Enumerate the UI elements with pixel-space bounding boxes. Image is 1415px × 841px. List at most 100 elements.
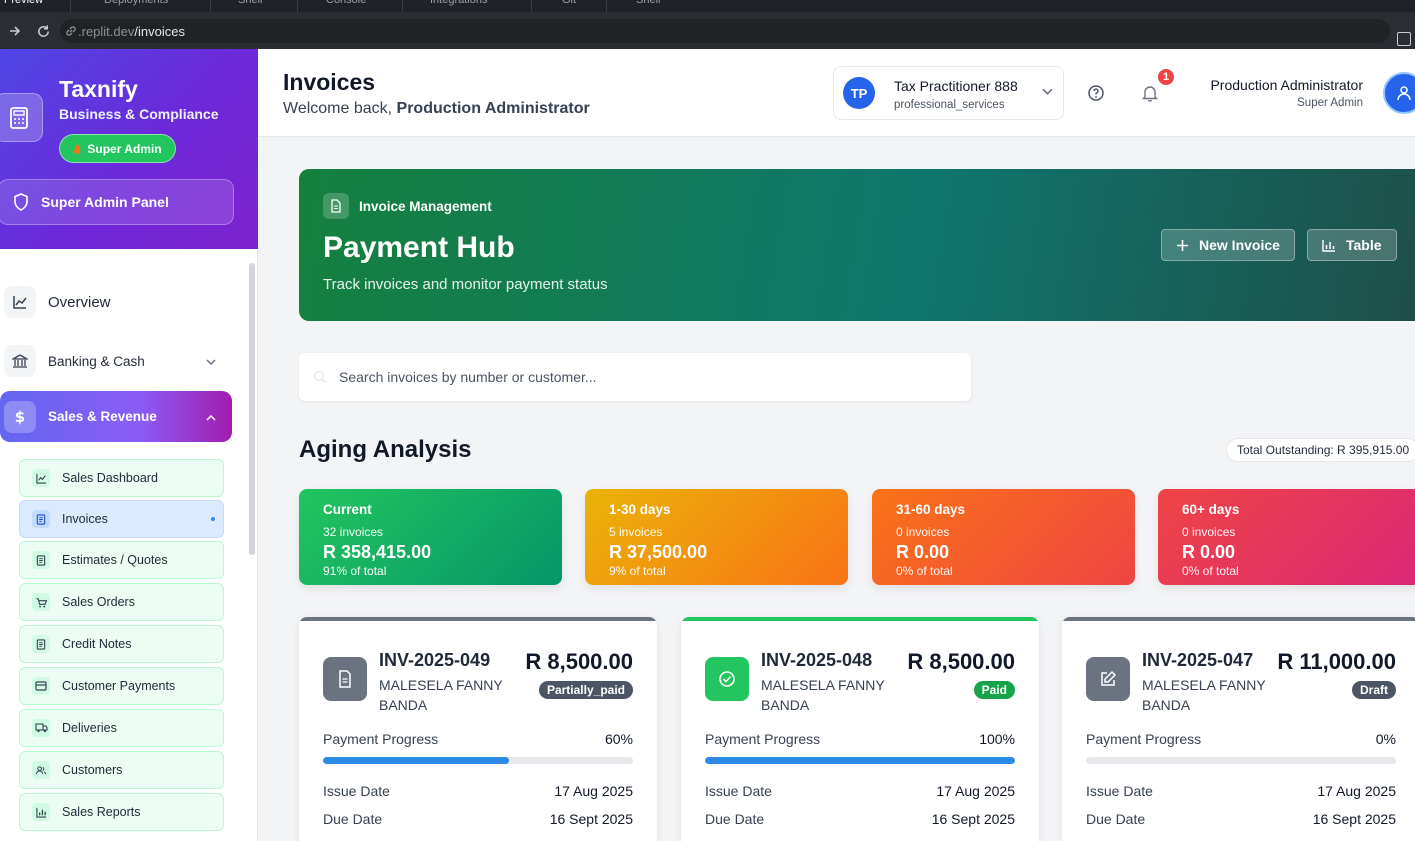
hero-tag-label: Invoice Management bbox=[359, 198, 492, 214]
chart-line-icon bbox=[4, 286, 36, 318]
status-badge: Paid bbox=[973, 681, 1015, 699]
invoice-number[interactable]: INV-2025-048 bbox=[761, 650, 872, 671]
sidebar-subitem-deliveries[interactable]: Deliveries bbox=[19, 709, 224, 747]
issue-date-row: Issue Date 17 Aug 2025 bbox=[705, 783, 1015, 799]
browser-tab[interactable]: Deployments bbox=[104, 0, 168, 10]
invoice-card[interactable]: INV-2025-049 MALESELA FANNY BANDA R 8,50… bbox=[299, 617, 657, 841]
sidebar-subitem-sales-orders[interactable]: Sales Orders bbox=[19, 583, 224, 621]
plus-icon bbox=[1177, 239, 1188, 251]
bell-icon[interactable] bbox=[1141, 84, 1159, 102]
sidebar-subitem-sales-reports[interactable]: Sales Reports bbox=[19, 793, 224, 831]
browser-tab[interactable]: Shell bbox=[636, 0, 660, 10]
sidebar-subitem-label: Estimates / Quotes bbox=[62, 553, 168, 567]
role-badge: Super Admin bbox=[59, 134, 176, 163]
card-accent-bar bbox=[299, 617, 657, 621]
tab-divider bbox=[531, 0, 532, 12]
url-host: .replit.dev bbox=[78, 23, 135, 39]
welcome-user-name: Production Administrator bbox=[396, 100, 590, 117]
document-icon bbox=[32, 551, 50, 569]
invoice-number[interactable]: INV-2025-047 bbox=[1142, 650, 1253, 671]
flame-icon bbox=[74, 142, 81, 154]
issue-date-label: Issue Date bbox=[1086, 783, 1153, 799]
payment-progress-value: 100% bbox=[979, 731, 1015, 747]
table-view-button[interactable]: Table bbox=[1307, 229, 1397, 261]
sidebar-subitem-label: Sales Orders bbox=[62, 595, 135, 609]
invoice-card[interactable]: INV-2025-048 MALESELA FANNY BANDA R 8,50… bbox=[681, 617, 1039, 841]
chevron-down-icon bbox=[206, 354, 216, 368]
aging-analysis-title: Aging Analysis bbox=[299, 436, 472, 463]
sidebar-subitem-sales-dashboard[interactable]: Sales Dashboard bbox=[19, 459, 224, 497]
chart-line-icon bbox=[32, 469, 50, 487]
company-switcher[interactable]: TP Tax Practitioner 888 professional_ser… bbox=[833, 66, 1064, 120]
devices-icon[interactable] bbox=[1397, 32, 1411, 46]
issue-date-row: Issue Date 17 Aug 2025 bbox=[323, 783, 633, 799]
payment-progress-label: Payment Progress bbox=[705, 731, 821, 747]
sidebar-subitem-label: Sales Dashboard bbox=[62, 471, 158, 485]
user-avatar[interactable] bbox=[1383, 72, 1415, 114]
document-icon bbox=[32, 510, 50, 528]
due-date-row: Due Date 16 Sept 2025 bbox=[705, 811, 1015, 827]
aging-count: 5 invoices bbox=[609, 525, 663, 539]
users-icon bbox=[32, 761, 50, 779]
sidebar: Taxnify Business & Compliance Super Admi… bbox=[0, 49, 258, 841]
sidebar-item-label: Overview bbox=[48, 293, 111, 311]
sidebar-header: Taxnify Business & Compliance Super Admi… bbox=[0, 49, 258, 249]
sidebar-subitem-customers[interactable]: Customers bbox=[19, 751, 224, 789]
payment-progress-label: Payment Progress bbox=[323, 731, 439, 747]
aging-label: 31-60 days bbox=[896, 502, 966, 517]
help-icon[interactable] bbox=[1087, 84, 1105, 102]
browser-tab[interactable]: Shell bbox=[238, 0, 262, 10]
aging-card-current[interactable]: Current 32 invoices R 358,415.00 91% of … bbox=[299, 489, 562, 585]
reload-icon[interactable] bbox=[33, 21, 53, 41]
tab-divider bbox=[606, 0, 607, 12]
payment-progress-value: 0% bbox=[1375, 731, 1396, 747]
issue-date-value: 17 Aug 2025 bbox=[936, 783, 1015, 799]
company-name: Tax Practitioner 888 bbox=[894, 78, 1018, 94]
invoice-card[interactable]: INV-2025-047 MALESELA FANNY BANDA R 11,0… bbox=[1062, 617, 1415, 841]
aging-percent: 91% of total bbox=[323, 564, 387, 578]
sidebar-item-banking[interactable]: Banking & Cash bbox=[0, 337, 232, 385]
sidebar-subitem-credit-notes[interactable]: Credit Notes bbox=[19, 625, 224, 663]
sidebar-item-sales[interactable]: $ Sales & Revenue bbox=[0, 391, 232, 442]
link-icon bbox=[66, 26, 76, 36]
aging-card-60-plus-days[interactable]: 60+ days 0 invoices R 0.00 0% of total bbox=[1158, 489, 1415, 585]
payment-hub-banner: Invoice Management Payment Hub Track inv… bbox=[299, 169, 1415, 321]
sidebar-subitem-estimates[interactable]: Estimates / Quotes bbox=[19, 541, 224, 579]
aging-percent: 0% of total bbox=[1182, 564, 1239, 578]
due-date-row: Due Date 16 Sept 2025 bbox=[323, 811, 633, 827]
aging-label: Current bbox=[323, 502, 372, 517]
progress-fill bbox=[323, 757, 509, 764]
welcome-text: Welcome back, Production Administrator bbox=[283, 100, 590, 118]
new-invoice-button[interactable]: New Invoice bbox=[1161, 229, 1295, 261]
invoice-number[interactable]: INV-2025-049 bbox=[379, 650, 490, 671]
forward-icon[interactable] bbox=[5, 21, 25, 41]
url-path: /invoices bbox=[134, 23, 185, 39]
due-date-label: Due Date bbox=[705, 811, 765, 827]
browser-tab[interactable]: Integrations bbox=[430, 0, 487, 10]
progress-fill bbox=[705, 757, 1015, 764]
search-icon bbox=[313, 370, 327, 384]
browser-tab[interactable]: Console bbox=[326, 0, 366, 10]
url-field[interactable]: .replit.dev/invoices bbox=[60, 19, 1390, 43]
search-input[interactable] bbox=[339, 369, 939, 385]
payment-progress-value: 60% bbox=[604, 731, 633, 747]
issue-date-value: 17 Aug 2025 bbox=[1317, 783, 1396, 799]
sidebar-scrollbar[interactable] bbox=[249, 263, 255, 555]
tab-divider bbox=[210, 0, 211, 12]
super-admin-panel-button[interactable]: Super Admin Panel bbox=[0, 179, 234, 225]
browser-tab[interactable]: Preview bbox=[4, 0, 43, 10]
sidebar-item-overview[interactable]: Overview bbox=[0, 278, 232, 326]
sidebar-subitem-label: Credit Notes bbox=[62, 637, 132, 651]
due-date-label: Due Date bbox=[323, 811, 383, 827]
aging-card-1-30-days[interactable]: 1-30 days 5 invoices R 37,500.00 9% of t… bbox=[585, 489, 848, 585]
sidebar-subitem-customer-payments[interactable]: Customer Payments bbox=[19, 667, 224, 705]
total-outstanding-badge: Total Outstanding: R 395,915.00 bbox=[1226, 438, 1415, 462]
new-invoice-label: New Invoice bbox=[1199, 237, 1280, 253]
svg-text:$: $ bbox=[15, 408, 25, 426]
aging-amount: R 0.00 bbox=[896, 542, 950, 562]
due-date-value: 16 Sept 2025 bbox=[931, 811, 1015, 827]
browser-tab[interactable]: Git bbox=[562, 0, 576, 10]
aging-card-31-60-days[interactable]: 31-60 days 0 invoices R 0.00 0% of total bbox=[872, 489, 1135, 585]
sidebar-subitem-invoices[interactable]: Invoices bbox=[19, 500, 224, 538]
role-badge-label: Super Admin bbox=[87, 141, 162, 156]
